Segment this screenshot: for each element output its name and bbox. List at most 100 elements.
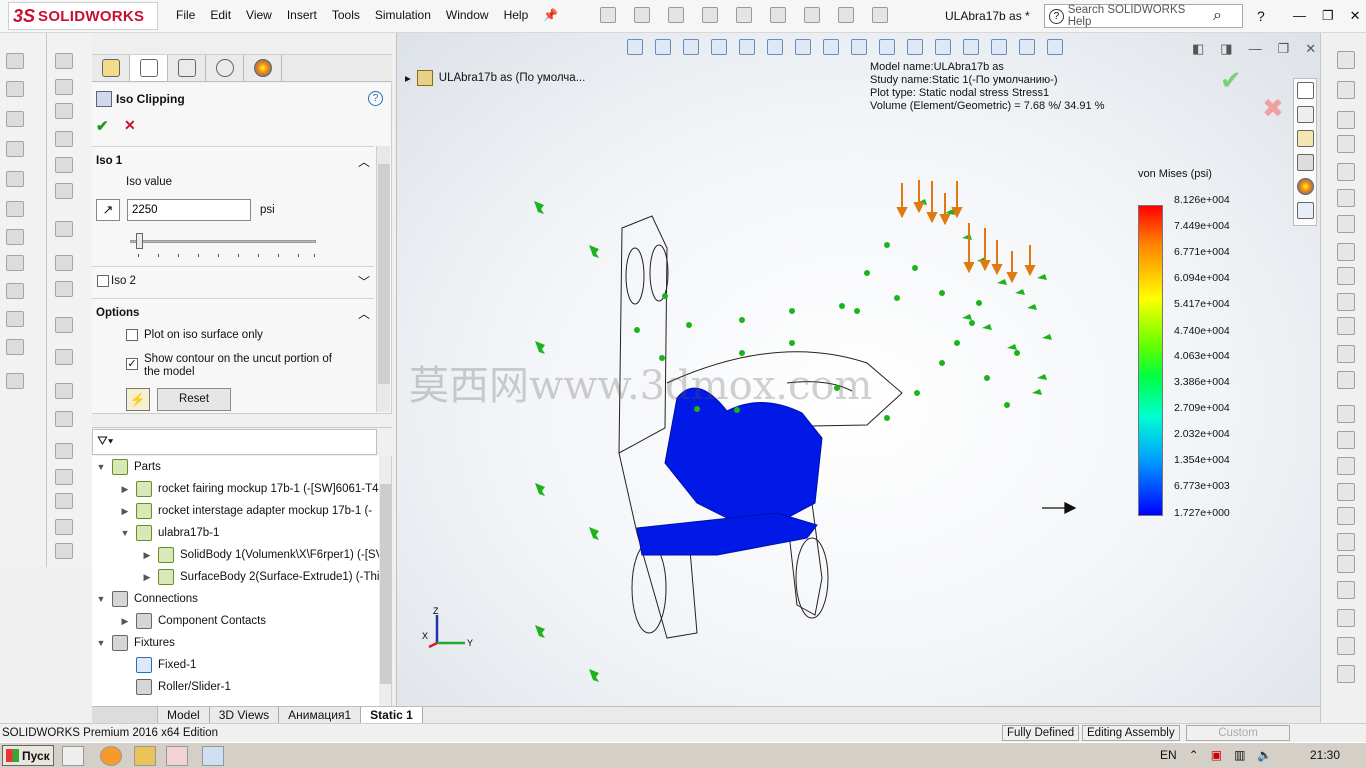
tree-item-interstage[interactable]: ▶ rocket interstage adapter mockup 17b-1 … xyxy=(120,500,372,522)
close-icon[interactable]: ✕ xyxy=(1350,8,1361,24)
iso2-group-header[interactable]: Iso 2 ﹀ xyxy=(111,275,374,291)
mesh-icon[interactable] xyxy=(55,53,73,69)
design-study-icon[interactable] xyxy=(55,79,73,95)
tab-feature-tree[interactable] xyxy=(92,55,130,81)
search-icon[interactable]: ⌕ xyxy=(1213,7,1222,25)
tree-item-fixtures[interactable]: ▼ Fixtures xyxy=(96,632,175,654)
panel-grip[interactable] xyxy=(92,33,392,55)
volume-icon[interactable]: 🔈 xyxy=(1257,748,1272,762)
restore-icon[interactable]: ❐ xyxy=(1322,8,1334,24)
connections-icon[interactable] xyxy=(6,171,24,187)
tree-scrollbar[interactable] xyxy=(379,456,391,706)
print-icon[interactable] xyxy=(702,7,718,23)
menu-insert[interactable]: Insert xyxy=(287,8,317,22)
show-contour-checkbox[interactable]: ✓ xyxy=(126,358,138,370)
expand-icon[interactable]: ▶ xyxy=(120,478,130,500)
tree-item-ulabra[interactable]: ▼ ulabra17b-1 xyxy=(120,522,219,544)
tree-item-solidbody[interactable]: ▶ SolidBody 1(Volumenk\X\F6rper1) (-[SV xyxy=(142,544,383,566)
results-advisor-icon[interactable] xyxy=(6,255,24,271)
tree-item-fixed-1[interactable]: Fixed-1 xyxy=(120,654,196,676)
app-icon[interactable] xyxy=(134,746,156,766)
minimize-icon[interactable]: — xyxy=(1293,8,1306,24)
section-clip-icon[interactable] xyxy=(55,183,73,199)
expand-icon[interactable]: ▶ xyxy=(120,500,130,522)
external-loads-icon[interactable] xyxy=(6,141,24,157)
move-entities-icon[interactable] xyxy=(1337,533,1355,551)
fillet-icon[interactable] xyxy=(1337,293,1355,311)
menu-view[interactable]: View xyxy=(246,8,272,22)
firefox-icon[interactable] xyxy=(100,746,122,766)
run-icon[interactable] xyxy=(6,229,24,245)
fatigue-icon[interactable] xyxy=(55,469,73,485)
publish-edrawings-icon[interactable] xyxy=(55,411,73,427)
home-icon[interactable] xyxy=(1297,82,1314,99)
expand-icon[interactable]: ▼ xyxy=(120,522,130,544)
pin-results-icon[interactable] xyxy=(55,383,73,399)
tree-item-roller-slider[interactable]: Roller/Slider-1 xyxy=(120,676,231,698)
chevron-up-icon[interactable]: ︿ xyxy=(358,153,370,170)
menu-tools[interactable]: Tools xyxy=(332,8,360,22)
file-properties-icon[interactable] xyxy=(838,7,854,23)
network-icon[interactable]: ▥ xyxy=(1234,748,1245,762)
tab-configuration-manager[interactable] xyxy=(168,55,206,81)
tree-item-surfacebody[interactable]: ▶ SurfaceBody 2(Surface-Extrude1) (-Thic xyxy=(142,566,385,588)
quick-snaps-icon[interactable] xyxy=(1337,609,1355,627)
tree-filter[interactable]: ⛛▾ xyxy=(92,429,377,455)
tab-static-1[interactable]: Static 1 xyxy=(361,707,423,723)
language-indicator[interactable]: EN xyxy=(1160,748,1177,762)
undo-icon[interactable] xyxy=(736,7,752,23)
list-forces-icon[interactable] xyxy=(55,281,73,297)
graphics-area[interactable]: ◧ ◨ — ❐ ✕ ▸ ULAbra17b as (По умолча... ✔… xyxy=(396,33,1320,706)
expand-icon[interactable]: ▶ xyxy=(120,610,130,632)
cancel-x-icon[interactable]: ✕ xyxy=(124,117,136,134)
appearances-icon[interactable] xyxy=(1297,178,1314,195)
rectangle-tool-icon[interactable] xyxy=(1337,135,1355,153)
options-group-header[interactable]: Options ︿ xyxy=(96,307,374,323)
iso-value-input[interactable] xyxy=(127,199,251,221)
file-explorer-icon[interactable] xyxy=(1297,130,1314,147)
menu-window[interactable]: Window xyxy=(446,8,489,22)
arc-icon[interactable] xyxy=(1337,215,1355,233)
expand-icon[interactable]: ▼ xyxy=(96,456,106,478)
options-gear-icon[interactable] xyxy=(872,7,888,23)
tab-display-manager[interactable] xyxy=(244,55,282,81)
tree-item-parts[interactable]: ▼ Parts xyxy=(96,456,161,478)
design-library-icon[interactable] xyxy=(1297,106,1314,123)
line-icon[interactable] xyxy=(1337,111,1355,129)
pm-scrollbar[interactable] xyxy=(376,146,390,412)
trim-icon[interactable] xyxy=(1337,405,1355,423)
spline-icon[interactable] xyxy=(1337,243,1355,261)
tray-arrow-icon[interactable]: ⌃ xyxy=(1189,748,1199,762)
panel-splitter[interactable] xyxy=(92,413,392,428)
plot-on-iso-surface-checkbox[interactable] xyxy=(126,329,138,341)
tray-app-icon[interactable]: ▣ xyxy=(1211,748,1222,762)
help-button[interactable]: ? xyxy=(1257,8,1265,24)
iso1-group-header[interactable]: Iso 1 ︿ xyxy=(96,155,374,171)
solidworks-logo[interactable]: 3S SOLIDWORKS xyxy=(8,2,158,30)
simulation-options-icon[interactable] xyxy=(55,443,73,459)
iso-slider-thumb[interactable] xyxy=(136,233,143,249)
window-task-icon[interactable] xyxy=(202,746,224,766)
menu-file[interactable]: File xyxy=(176,8,195,22)
pm-scroll-thumb[interactable] xyxy=(378,164,390,384)
tree-item-connections[interactable]: ▼ Connections xyxy=(96,588,198,610)
save-icon[interactable] xyxy=(668,7,684,23)
display-relations-icon[interactable] xyxy=(1337,555,1355,573)
save-results-icon[interactable] xyxy=(55,349,73,365)
tab-model[interactable]: Model xyxy=(158,707,210,723)
frequency-icon[interactable] xyxy=(55,493,73,509)
tree-item-fairing[interactable]: ▶ rocket fairing mockup 17b-1 (-[SW]6061-… xyxy=(120,478,379,500)
report-icon[interactable] xyxy=(6,373,24,389)
sketch-line-icon[interactable] xyxy=(1337,51,1355,69)
select-icon[interactable] xyxy=(770,7,786,23)
tab-navigation-arrows[interactable] xyxy=(92,707,158,723)
iso-slider-track[interactable] xyxy=(130,240,316,243)
pin-icon[interactable]: 📌 xyxy=(543,8,558,22)
menu-simulation[interactable]: Simulation xyxy=(375,8,431,22)
help-search-box[interactable]: ? Search SOLIDWORKS Help ⌕ xyxy=(1044,4,1243,28)
mirror-icon[interactable] xyxy=(1337,483,1355,501)
start-button[interactable]: Пуск xyxy=(2,745,54,766)
rebuild-icon[interactable] xyxy=(804,7,820,23)
chevron-up-icon[interactable]: ︿ xyxy=(358,305,370,322)
new-document-icon[interactable] xyxy=(600,7,616,23)
